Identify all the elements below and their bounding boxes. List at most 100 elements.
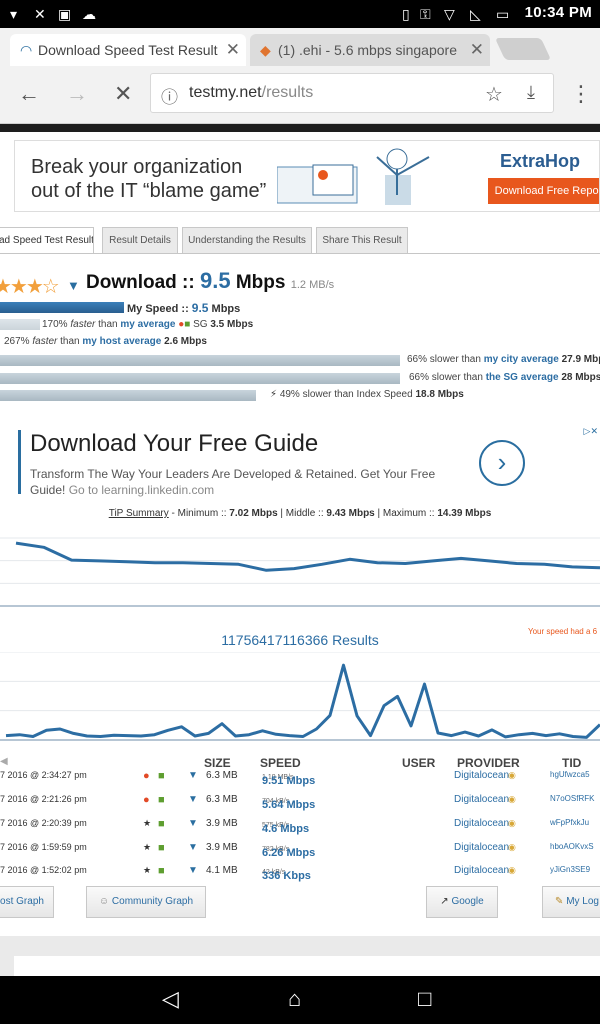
table-row[interactable]: 7 2016 @ 2:34:27 pm ● ■ ▼ 6.3 MB 9.51 Mbps 1.… xyxy=(0,765,600,787)
people-icon: ☺ xyxy=(98,896,110,907)
result-summary: ★★★☆ ▼ Download :: 9.5 Mbps 1.2 MB/s My … xyxy=(0,256,600,414)
status-bar: ▾ ✕ ▣ ☁ ▯ ⚿ ▽ ◺ ▭ 10:34 PM xyxy=(0,0,600,28)
tab-result-details[interactable]: Result Details xyxy=(102,227,178,253)
row-speed[interactable]: 336 Kbps 42 kB/s xyxy=(262,865,311,882)
tab-speed-test-result[interactable]: ad Speed Test Result xyxy=(0,227,94,253)
system-nav-bar: ◁ ⌂ □ xyxy=(0,976,600,1024)
guide-ad[interactable]: Download Your Free Guide Transform The W… xyxy=(18,426,600,498)
row-provider[interactable]: Digitalocean xyxy=(454,770,509,781)
android-icon: ■ xyxy=(184,319,191,330)
close-tab-icon[interactable]: ✕ xyxy=(470,34,484,66)
history-line-chart xyxy=(0,652,600,741)
my-speed-bar xyxy=(0,302,124,313)
tools-icon: ✕ xyxy=(34,6,46,22)
android-icon: ■ xyxy=(158,818,165,830)
star-icon[interactable]: ☆ xyxy=(485,82,503,107)
row-tid[interactable]: yJiGn3SE9 xyxy=(550,865,590,874)
ad-headline: Download Your Free Guide xyxy=(30,430,319,457)
star-icon: ★ xyxy=(143,818,152,828)
row-size: 3.9 MB xyxy=(206,842,238,853)
download-arrow-icon: ▼ xyxy=(188,770,198,781)
menu-icon[interactable]: ⋮ xyxy=(570,82,592,106)
nav-recents-icon[interactable]: □ xyxy=(418,986,431,1012)
banner-ad[interactable]: Break your organization out of the IT “bl… xyxy=(14,140,600,212)
cloud-icon: ☁ xyxy=(82,6,96,22)
tab-share-result[interactable]: Share This Result xyxy=(316,227,408,253)
tab-title: Download Speed Test Result xyxy=(38,42,218,58)
log-icon: ✎ xyxy=(555,896,564,907)
adchoices-icon[interactable]: ▷✕ xyxy=(584,426,598,437)
favicon-icon: ◆ xyxy=(260,42,271,58)
provider-icon: ◉ xyxy=(508,865,516,875)
sg-average-bar xyxy=(0,373,400,384)
ad-cta-button[interactable]: Download Free Report xyxy=(488,178,599,204)
table-row[interactable]: 7 2016 @ 1:59:59 pm ★ ■ ▼ 3.9 MB 6.26 Mbps 78… xyxy=(0,837,600,859)
lightning-icon: ⚡ xyxy=(270,389,278,400)
loading-spinner-icon: ◠ xyxy=(20,42,33,58)
row-speed[interactable]: 6.26 Mbps 782 kB/s xyxy=(262,842,315,859)
community-graph-button[interactable]: ☺ Community Graph xyxy=(86,886,206,918)
forward-icon[interactable]: → xyxy=(66,82,88,106)
row-speed[interactable]: 9.51 Mbps 1.19 MB/s xyxy=(262,770,315,787)
new-tab-button[interactable] xyxy=(494,38,552,60)
nav-back-icon[interactable]: ◁ xyxy=(162,986,179,1012)
row-date: 7 2016 @ 2:21:26 pm xyxy=(0,794,87,804)
my-average-bar xyxy=(0,319,40,330)
ad-headline: Break your organization out of the IT “bl… xyxy=(31,156,267,202)
download-speed-title: Download :: 9.5 Mbps 1.2 MB/s xyxy=(86,268,335,293)
download-arrow-icon: ▼ xyxy=(188,818,198,829)
ad-logo: ExtraHop xyxy=(500,151,581,171)
row-provider[interactable]: Digitalocean xyxy=(454,842,509,853)
row-speed[interactable]: 4.6 Mbps 575 kB/s xyxy=(262,818,309,835)
row-tid[interactable]: N7oOSfRFK xyxy=(550,794,594,803)
site-header-strip xyxy=(0,124,600,132)
ad-description: Transform The Way Your Leaders Are Devel… xyxy=(30,467,436,497)
table-row[interactable]: 7 2016 @ 1:52:02 pm ★ ■ ▼ 4.1 MB 336 Kbps 42 … xyxy=(0,860,600,882)
host-graph-button[interactable]: ost Graph xyxy=(0,886,54,918)
tab-title: (1) .ehi - 5.6 mbps singapore xyxy=(278,42,457,58)
flag-icon: ● xyxy=(143,770,150,782)
row-size: 6.3 MB xyxy=(206,770,238,781)
row-date: 7 2016 @ 1:59:59 pm xyxy=(0,842,87,852)
battery-icon: ▭ xyxy=(496,6,510,22)
row-tid[interactable]: hboAOKvxS xyxy=(550,842,594,851)
ad-accent-line xyxy=(18,430,21,494)
key-icon: ⚿ xyxy=(420,6,431,22)
ad-arrow-button[interactable]: › xyxy=(479,440,525,486)
host-average-row: 267% faster than my host average 2.6 Mbp… xyxy=(4,336,207,347)
wifi-question-icon: ▾ xyxy=(10,6,18,22)
my-log-button[interactable]: ✎ My Log xyxy=(542,886,600,918)
tab-download-speed-test[interactable]: ◠ Download Speed Test Result ✕ xyxy=(10,34,246,66)
table-row[interactable]: 7 2016 @ 2:20:39 pm ★ ■ ▼ 3.9 MB 4.6 Mbps 575… xyxy=(0,813,600,835)
stop-icon[interactable]: ✕ xyxy=(114,82,132,106)
tab-singapore[interactable]: ◆ (1) .ehi - 5.6 mbps singapore ✕ xyxy=(250,34,490,66)
row-tid[interactable]: hgUfwzca5 xyxy=(550,770,590,779)
provider-icon: ◉ xyxy=(508,794,516,804)
download-icon[interactable]: ⤓ xyxy=(527,82,535,103)
provider-icon: ◉ xyxy=(508,842,516,852)
speed-note: Your speed had a 6 xyxy=(528,627,598,636)
download-arrow-icon: ▼ xyxy=(188,794,198,805)
index-speed-row: ⚡ 49% slower than Index Speed 18.8 Mbps xyxy=(270,389,464,400)
clock: 10:34 PM xyxy=(524,4,592,21)
row-provider[interactable]: Digitalocean xyxy=(454,818,509,829)
row-tid[interactable]: wFpPfxkJu xyxy=(550,818,589,827)
row-date: 7 2016 @ 1:52:02 pm xyxy=(0,865,87,875)
row-speed[interactable]: 5.64 Mbps 704 kB/s xyxy=(262,794,315,811)
rating-stars: ★★★☆ xyxy=(0,276,60,298)
tab-understanding-results[interactable]: Understanding the Results xyxy=(182,227,312,253)
tab-strip: ◠ Download Speed Test Result ✕ ◆ (1) .eh… xyxy=(0,28,600,66)
close-tab-icon[interactable]: ✕ xyxy=(226,34,240,66)
row-size: 4.1 MB xyxy=(206,865,238,876)
download-arrow-icon: ▼ xyxy=(188,842,198,853)
row-provider[interactable]: Digitalocean xyxy=(454,865,509,876)
address-bar[interactable]: ⓘ testmy.net/results ☆ ⤓ xyxy=(150,73,554,113)
nav-home-icon[interactable]: ⌂ xyxy=(288,986,301,1012)
android-icon: ■ xyxy=(158,794,165,806)
row-provider[interactable]: Digitalocean xyxy=(454,794,509,805)
result-nav-tabs: ad Speed Test Result Result Details Unde… xyxy=(0,224,600,254)
back-icon[interactable]: ← xyxy=(18,82,40,106)
google-button[interactable]: ↗ Google xyxy=(426,886,498,918)
table-row[interactable]: 7 2016 @ 2:21:26 pm ● ■ ▼ 6.3 MB 5.64 Mbps 70… xyxy=(0,789,600,811)
provider-icon: ◉ xyxy=(508,818,516,828)
